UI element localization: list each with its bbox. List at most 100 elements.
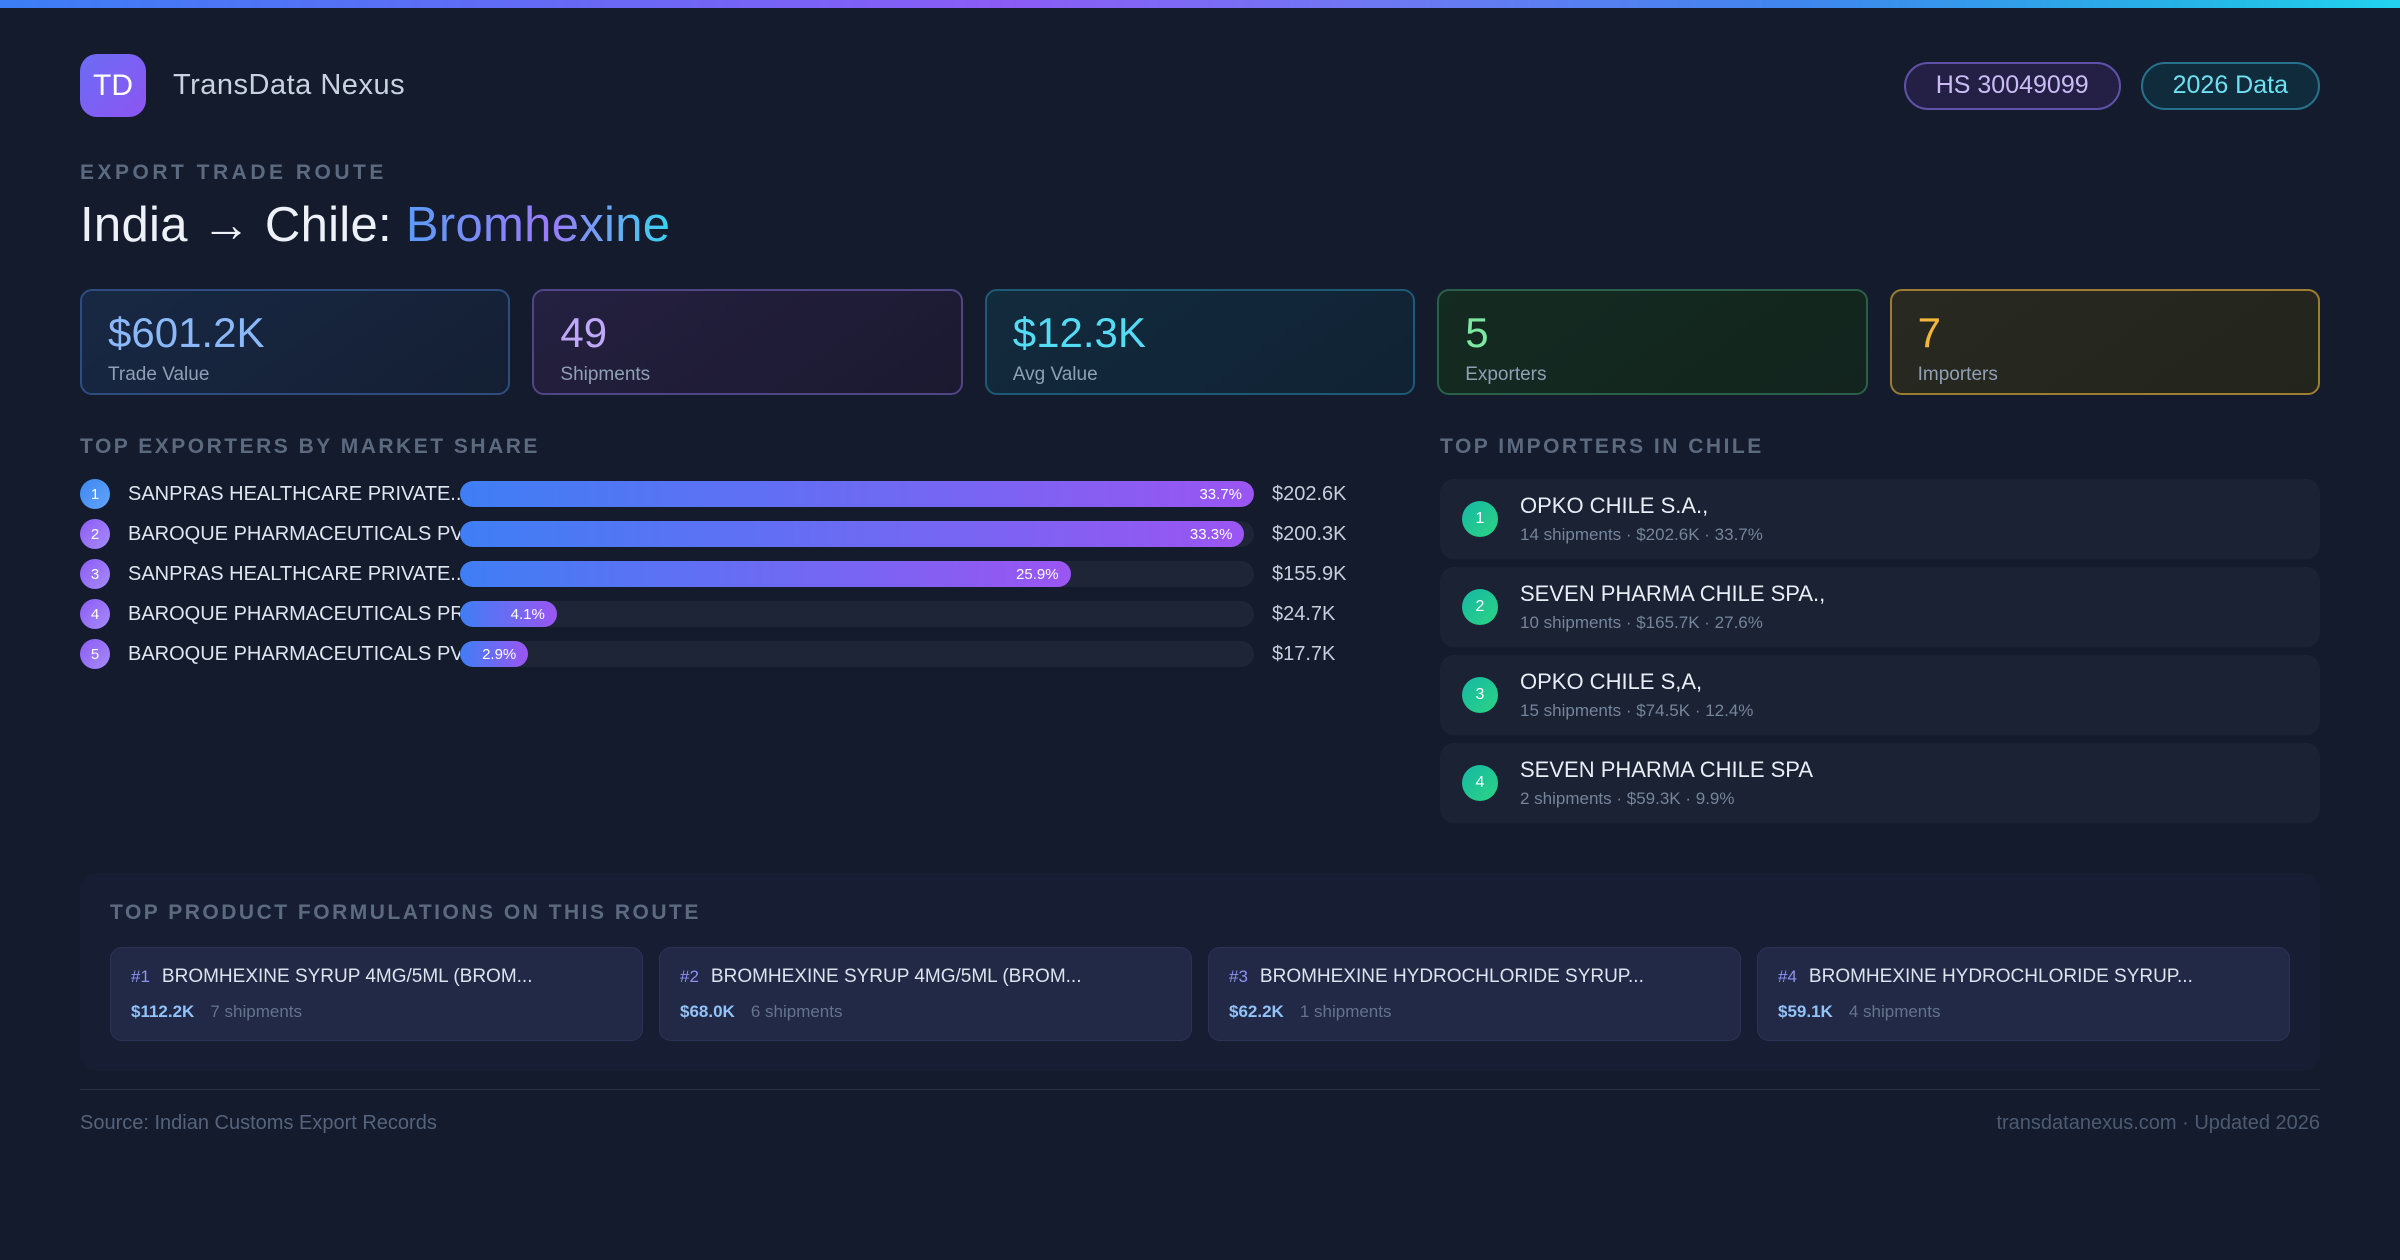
top-accent-bar — [0, 0, 2400, 8]
formulation-rank: #1 — [131, 967, 150, 986]
formulation-shipments: 4 shipments — [1848, 1002, 1941, 1021]
formulation-name: BROMHEXINE SYRUP 4MG/5ML (BROM... — [161, 966, 533, 987]
exporter-name: SANPRAS HEALTHCARE PRIVATE... — [128, 562, 460, 585]
footer-site: transdatanexus.com · Updated 2026 — [1996, 1112, 2320, 1134]
exporter-value: $202.6K — [1272, 482, 1347, 505]
stat-label: Shipments — [560, 364, 651, 385]
importer-name: OPKO CHILE S.A., — [1520, 493, 1709, 518]
hs-code-badge[interactable]: HS 30049099 — [1903, 61, 2121, 110]
formulation-value: $59.1K — [1778, 1002, 1833, 1021]
importers-list: 1 OPKO CHILE S.A., 14 shipments · $202.6… — [1440, 479, 2320, 823]
importer-text: SEVEN PHARMA CHILE SPA 2 shipments · $59… — [1520, 757, 1813, 809]
stat-value: 7 — [1917, 309, 1941, 356]
stat-value: 49 — [560, 309, 608, 356]
formulation-title-row: #1 BROMHEXINE SYRUP 4MG/5ML (BROM... — [131, 966, 622, 988]
formulation-meta-row: $112.2K 7 shipments — [131, 1002, 622, 1022]
bar-track: 4.1% — [460, 601, 1254, 627]
year-data-badge[interactable]: 2026 Data — [2140, 61, 2320, 110]
importers-heading: TOP IMPORTERS IN CHILE — [1440, 435, 1764, 458]
exporters-heading: TOP EXPORTERS BY MARKET SHARE — [80, 435, 540, 458]
rank-badge: 1 — [1462, 501, 1498, 537]
stat-value: 5 — [1465, 309, 1489, 356]
exporter-name: BAROQUE PHARMACEUTICALS PV... — [128, 522, 460, 545]
stat-label: Trade Value — [108, 364, 210, 385]
importer-meta: 10 shipments · $165.7K · 27.6% — [1520, 613, 1763, 632]
formulation-title-row: #4 BROMHEXINE HYDROCHLORIDE SYRUP... — [1778, 966, 2269, 988]
importer-list-item: 1 OPKO CHILE S.A., 14 shipments · $202.6… — [1440, 479, 2320, 559]
formulation-shipments: 1 shipments — [1299, 1002, 1392, 1021]
bar-fill: 4.1% — [460, 601, 557, 627]
stat-label: Importers — [1917, 364, 1998, 385]
exporter-row: 1 SANPRAS HEALTHCARE PRIVATE... 33.7% $2… — [80, 479, 1364, 509]
rank-badge: 1 — [80, 479, 110, 509]
formulation-card: #3 BROMHEXINE HYDROCHLORIDE SYRUP... $62… — [1208, 947, 1741, 1041]
importer-name: SEVEN PHARMA CHILE SPA — [1520, 757, 1814, 782]
importer-list-item: 2 SEVEN PHARMA CHILE SPA., 10 shipments … — [1440, 567, 2320, 647]
rank-badge: 3 — [80, 559, 110, 589]
formulation-shipments: 6 shipments — [750, 1002, 843, 1021]
bar-track: 2.9% — [460, 641, 1254, 667]
bar-track: 33.7% — [460, 481, 1254, 507]
formulations-cards: #1 BROMHEXINE SYRUP 4MG/5ML (BROM... $11… — [110, 947, 2290, 1041]
formulation-value: $68.0K — [680, 1002, 735, 1021]
stat-value: $12.3K — [1012, 309, 1146, 356]
exporters-section: TOP EXPORTERS BY MARKET SHARE 1 SANPRAS … — [80, 435, 1364, 679]
importer-meta: 2 shipments · $59.3K · 9.9% — [1520, 789, 1735, 808]
footer-source: Source: Indian Customs Export Records — [80, 1112, 437, 1134]
stat-card-exporters: 5 Exporters — [1437, 289, 1868, 395]
share-percent: 4.1% — [510, 605, 545, 623]
exporters-bar-chart: 1 SANPRAS HEALTHCARE PRIVATE... 33.7% $2… — [80, 479, 1364, 669]
formulation-rank: #2 — [680, 967, 699, 986]
share-percent: 2.9% — [482, 645, 517, 663]
exporter-name: SANPRAS HEALTHCARE PRIVATE... — [128, 482, 460, 505]
stat-label: Exporters — [1465, 364, 1547, 385]
stat-label: Avg Value — [1012, 364, 1098, 385]
rank-badge: 2 — [1462, 589, 1498, 625]
exporter-value: $24.7K — [1272, 602, 1336, 625]
formulation-name: BROMHEXINE HYDROCHLORIDE SYRUP... — [1808, 966, 2193, 987]
formulation-card: #2 BROMHEXINE SYRUP 4MG/5ML (BROM... $68… — [659, 947, 1192, 1041]
stat-card-trade-value: $601.2K Trade Value — [80, 289, 511, 395]
exporter-row: 4 BAROQUE PHARMACEUTICALS PR... 4.1% $24… — [80, 599, 1364, 629]
bar-fill: 33.3% — [460, 521, 1245, 547]
bar-fill: 25.9% — [460, 561, 1071, 587]
rank-badge: 4 — [80, 599, 110, 629]
brand-logo: TD — [80, 54, 146, 117]
importer-text: OPKO CHILE S.A., 14 shipments · $202.6K … — [1520, 493, 1763, 545]
importer-list-item: 4 SEVEN PHARMA CHILE SPA 2 shipments · $… — [1440, 743, 2320, 823]
share-percent: 25.9% — [1016, 565, 1059, 583]
stat-card-shipments: 49 Shipments — [532, 289, 963, 395]
share-percent: 33.3% — [1189, 525, 1233, 543]
bar-fill: 33.7% — [460, 481, 1254, 507]
dashboard-page: TD TransData Nexus HS 30049099 2026 Data… — [0, 54, 2400, 1135]
exporter-value: $200.3K — [1272, 522, 1347, 545]
formulations-heading: TOP PRODUCT FORMULATIONS ON THIS ROUTE — [110, 901, 701, 924]
importers-section: TOP IMPORTERS IN CHILE 1 OPKO CHILE S.A.… — [1440, 435, 2320, 831]
exporter-row: 5 BAROQUE PHARMACEUTICALS PV... 2.9% $17… — [80, 639, 1364, 669]
formulation-meta-row: $68.0K 6 shipments — [680, 1002, 1171, 1022]
exporter-row: 3 SANPRAS HEALTHCARE PRIVATE... 25.9% $1… — [80, 559, 1364, 589]
bar-track: 33.3% — [460, 521, 1254, 547]
exporter-name: BAROQUE PHARMACEUTICALS PV... — [128, 642, 460, 665]
header: TD TransData Nexus HS 30049099 2026 Data — [80, 54, 2320, 117]
exporter-value: $155.9K — [1272, 562, 1347, 585]
bar-track: 25.9% — [460, 561, 1254, 587]
formulation-value: $62.2K — [1229, 1002, 1284, 1021]
formulation-value: $112.2K — [131, 1002, 195, 1021]
formulation-rank: #4 — [1778, 967, 1797, 986]
stat-card-avg-value: $12.3K Avg Value — [984, 289, 1416, 395]
formulation-card: #1 BROMHEXINE SYRUP 4MG/5ML (BROM... $11… — [110, 947, 643, 1041]
stat-value: $601.2K — [108, 309, 265, 356]
importer-list-item: 3 OPKO CHILE S,A, 15 shipments · $74.5K … — [1440, 655, 2320, 735]
formulation-title-row: #3 BROMHEXINE HYDROCHLORIDE SYRUP... — [1229, 966, 1720, 988]
footer: Source: Indian Customs Export Records tr… — [80, 1089, 2320, 1135]
main-columns: TOP EXPORTERS BY MARKET SHARE 1 SANPRAS … — [80, 435, 2320, 831]
page-title: India → Chile: Bromhexine — [80, 197, 2320, 253]
formulation-name: BROMHEXINE HYDROCHLORIDE SYRUP... — [1259, 966, 1644, 987]
brand-name: TransData Nexus — [173, 69, 406, 101]
rank-badge: 3 — [1462, 677, 1498, 713]
formulation-title-row: #2 BROMHEXINE SYRUP 4MG/5ML (BROM... — [680, 966, 1171, 988]
exporter-value: $17.7K — [1272, 642, 1336, 665]
formulation-shipments: 7 shipments — [210, 1002, 303, 1021]
importer-meta: 15 shipments · $74.5K · 12.4% — [1520, 701, 1754, 720]
